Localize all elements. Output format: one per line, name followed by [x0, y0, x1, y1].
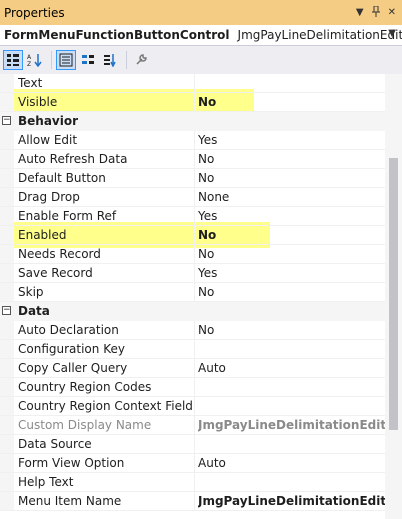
property-row-enabled[interactable]: Enabled No: [0, 226, 385, 245]
property-name: Allow Edit: [18, 133, 78, 147]
property-value[interactable]: Auto: [198, 359, 385, 378]
categorized-icon[interactable]: [3, 50, 23, 70]
property-name: Save Record: [18, 266, 93, 280]
property-row-data-source[interactable]: Data Source: [0, 435, 385, 454]
property-pages-icon[interactable]: [131, 50, 151, 70]
property-value[interactable]: Auto: [198, 454, 385, 473]
property-row-help-text[interactable]: Help Text: [0, 473, 385, 492]
scrollbar-thumb[interactable]: [389, 158, 398, 430]
property-value[interactable]: No: [198, 150, 385, 169]
property-value[interactable]: Yes: [198, 264, 385, 283]
property-name: Country Region Codes: [18, 380, 152, 394]
property-value[interactable]: No: [198, 245, 385, 264]
property-name: Enable Form Ref: [18, 209, 117, 223]
property-value[interactable]: None: [198, 188, 385, 207]
svg-text:A: A: [27, 54, 32, 61]
object-name: FormMenuFunctionButtonControl: [4, 28, 230, 42]
property-name: Data Source: [18, 437, 92, 451]
vertical-scrollbar[interactable]: [385, 74, 402, 519]
property-value[interactable]: Yes: [198, 131, 385, 150]
property-row-needs-record[interactable]: Needs Record No: [0, 245, 385, 264]
sort-icon[interactable]: [100, 50, 120, 70]
alphabetical-icon[interactable]: AZ: [25, 50, 45, 70]
property-name: Needs Record: [18, 247, 101, 261]
property-name: Help Text: [18, 475, 74, 489]
property-row-skip[interactable]: Skip No: [0, 283, 385, 302]
property-name: Configuration Key: [18, 342, 125, 356]
property-row-menu-item-name[interactable]: Menu Item Name JmgPayLineDelimitationEdi…: [0, 492, 385, 511]
close-icon[interactable]: ✕: [388, 7, 396, 18]
property-name: Enabled: [18, 228, 67, 242]
property-row-enable-form-ref[interactable]: Enable Form Ref Yes: [0, 207, 385, 226]
property-row-allow-edit[interactable]: Allow Edit Yes: [0, 131, 385, 150]
property-name: Form View Option: [18, 456, 125, 470]
properties-icon[interactable]: [56, 50, 76, 70]
category-label: Data: [18, 304, 50, 318]
events-icon[interactable]: [78, 50, 98, 70]
property-row-default-button[interactable]: Default Button No: [0, 169, 385, 188]
property-row-configuration-key[interactable]: Configuration Key: [0, 340, 385, 359]
property-row-custom-display-name[interactable]: Custom Display Name JmgPayLineDelimitati…: [0, 416, 385, 435]
property-name: Default Button: [18, 171, 106, 185]
property-row-text[interactable]: Text: [0, 74, 385, 93]
properties-title-bar: Properties ▼ ✕: [0, 0, 402, 25]
property-value[interactable]: No: [198, 226, 385, 245]
category-label: Behavior: [18, 114, 79, 128]
property-row-form-view-option[interactable]: Form View Option Auto: [0, 454, 385, 473]
property-row-auto-declaration[interactable]: Auto Declaration No: [0, 321, 385, 340]
property-name: Visible: [18, 95, 58, 109]
category-data[interactable]: − Data: [0, 302, 385, 321]
property-row-save-record[interactable]: Save Record Yes: [0, 264, 385, 283]
property-row-country-region-context-field[interactable]: Country Region Context Field: [0, 397, 385, 416]
property-name: Drag Drop: [18, 190, 80, 204]
property-row-drag-drop[interactable]: Drag Drop None: [0, 188, 385, 207]
property-value[interactable]: No: [198, 283, 385, 302]
property-name: Copy Caller Query: [18, 361, 128, 375]
property-row-auto-refresh-data[interactable]: Auto Refresh Data No: [0, 150, 385, 169]
toolbar-separator: [126, 51, 127, 69]
properties-toolbar: AZ: [0, 46, 402, 74]
property-name: Text: [18, 76, 43, 90]
property-value[interactable]: No: [198, 321, 385, 340]
property-name: Auto Refresh Data: [18, 152, 128, 166]
property-name: Auto Declaration: [18, 323, 119, 337]
property-name: Menu Item Name: [18, 494, 122, 508]
collapse-icon[interactable]: −: [2, 116, 11, 125]
property-name: Custom Display Name: [18, 418, 152, 432]
toolbar-separator: [51, 51, 52, 69]
property-value[interactable]: No: [198, 93, 385, 112]
property-name: Country Region Context Field: [18, 399, 193, 413]
chevron-down-icon[interactable]: ▼: [388, 28, 396, 39]
property-value[interactable]: Yes: [198, 207, 385, 226]
category-behavior[interactable]: − Behavior: [0, 112, 385, 131]
property-value[interactable]: JmgPayLineDelimitationEditor (M: [198, 416, 385, 435]
chevron-down-icon[interactable]: ▼: [356, 7, 364, 18]
pin-icon[interactable]: [371, 5, 381, 20]
object-selector[interactable]: FormMenuFunctionButtonControl JmgPayLine…: [0, 25, 402, 46]
property-value[interactable]: JmgPayLineDelimitationEditor: [198, 492, 385, 511]
property-row-country-region-codes[interactable]: Country Region Codes: [0, 378, 385, 397]
property-value[interactable]: No: [198, 169, 385, 188]
property-grid: Text Visible No − Behavior Allow Edit Ye…: [0, 74, 385, 519]
collapse-icon[interactable]: −: [2, 306, 11, 315]
svg-text:Z: Z: [27, 61, 31, 67]
property-name: Skip: [18, 285, 44, 299]
property-row-copy-caller-query[interactable]: Copy Caller Query Auto: [0, 359, 385, 378]
property-row-visible[interactable]: Visible No: [0, 93, 385, 112]
object-type: JmgPayLineDelimitationEditor: [237, 28, 402, 42]
window-title: Properties: [4, 5, 65, 20]
